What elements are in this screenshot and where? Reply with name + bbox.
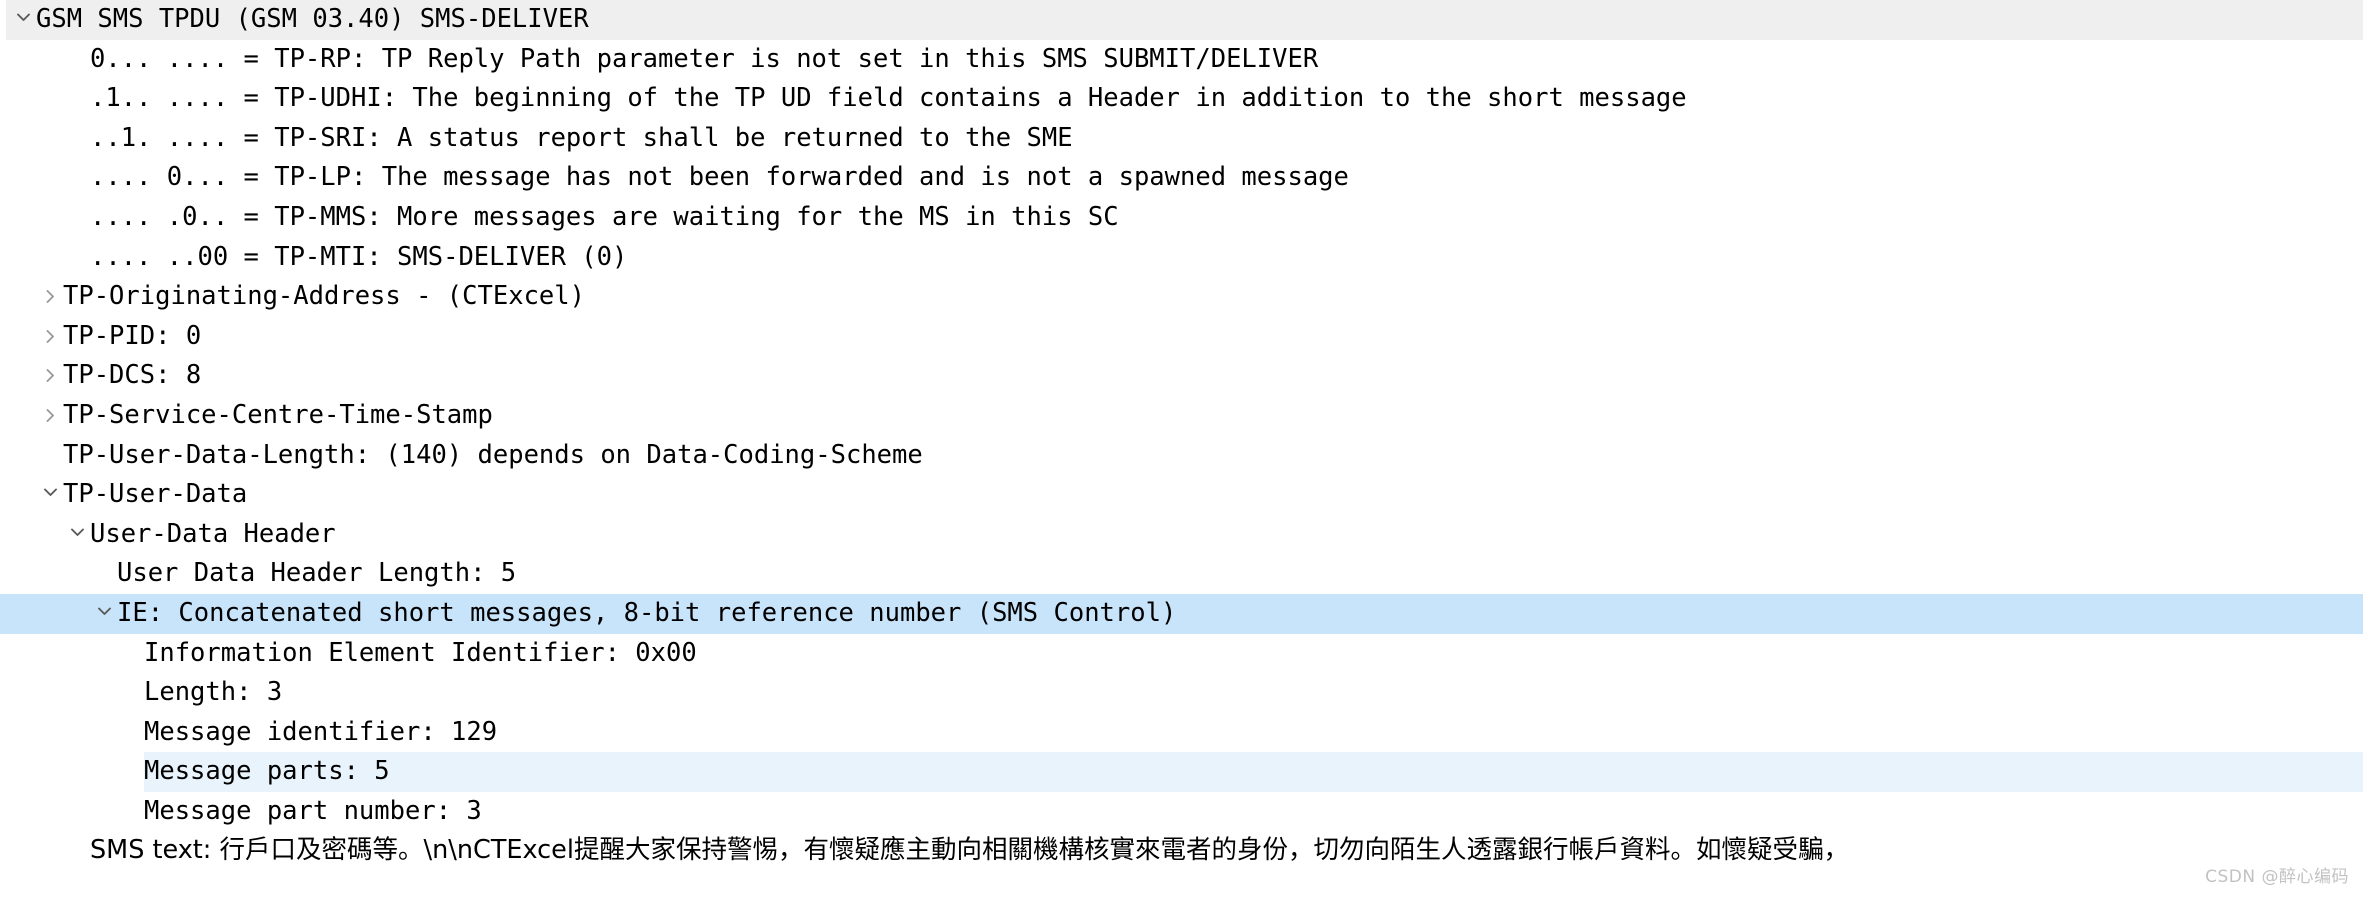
tree-row-label: .... ..00 = TP-MTI: SMS-DELIVER (0) xyxy=(90,241,628,272)
tree-row-label: TP-User-Data-Length: (140) depends on Da… xyxy=(63,439,923,470)
tree-row-label: .... .0.. = TP-MMS: More messages are wa… xyxy=(90,201,1119,232)
chevron-right-icon[interactable] xyxy=(37,317,63,357)
tree-row-label: Message identifier: 129 xyxy=(144,716,498,747)
chevron-down-icon[interactable] xyxy=(10,0,36,40)
tree-row-message-parts[interactable]: Message parts: 5 xyxy=(0,752,2363,792)
tree-row-tp-mms[interactable]: .... .0.. = TP-MMS: More messages are wa… xyxy=(0,198,2363,238)
tree-row-label: IE: Concatenated short messages, 8-bit r… xyxy=(117,597,1177,628)
tree-row-tp-user-data-length[interactable]: TP-User-Data-Length: (140) depends on Da… xyxy=(0,436,2363,476)
chevron-down-icon[interactable] xyxy=(64,515,90,555)
tree-row-user-data-header[interactable]: User-Data Header xyxy=(0,515,2363,555)
csdn-watermark: CSDN @醉心编码 xyxy=(2205,867,2349,887)
tree-row-message-part-number[interactable]: Message part number: 3 xyxy=(0,792,2363,832)
chevron-right-icon[interactable] xyxy=(37,396,63,436)
tree-row-tp-udhi[interactable]: .1.. .... = TP-UDHI: The beginning of th… xyxy=(0,79,2363,119)
chevron-down-icon[interactable] xyxy=(37,475,63,515)
tree-row-label: Length: 3 xyxy=(144,677,283,708)
tree-row-information-element-identifier[interactable]: Information Element Identifier: 0x00 xyxy=(0,634,2363,674)
tree-row-tp-service-centre-time-stamp[interactable]: TP-Service-Centre-Time-Stamp xyxy=(0,396,2363,436)
tree-row-label: TP-User-Data xyxy=(63,479,248,510)
tree-row-user-data-header-length[interactable]: User Data Header Length: 5 xyxy=(0,554,2363,594)
tree-row-tp-lp[interactable]: .... 0... = TP-LP: The message has not b… xyxy=(0,158,2363,198)
tree-row-label: SMS text: 行戶口及密碼等。\n\nCTExcel提醒大家保持警惕，有懷… xyxy=(90,835,1849,866)
tree-row-tp-dcs[interactable]: TP-DCS: 8 xyxy=(0,356,2363,396)
chevron-right-icon[interactable] xyxy=(37,277,63,317)
tree-row-tp-mti[interactable]: .... ..00 = TP-MTI: SMS-DELIVER (0) xyxy=(0,238,2363,278)
tree-row-tp-originating-address[interactable]: TP-Originating-Address - (CTExcel) xyxy=(0,277,2363,317)
tree-row-gsm-sms-tpdu[interactable]: GSM SMS TPDU (GSM 03.40) SMS-DELIVER xyxy=(0,0,2363,40)
packet-details-tree[interactable]: GSM SMS TPDU (GSM 03.40) SMS-DELIVER 0...… xyxy=(0,0,2363,871)
tree-row-label: TP-PID: 0 xyxy=(63,320,202,351)
tree-row-tp-user-data[interactable]: TP-User-Data xyxy=(0,475,2363,515)
tree-row-sms-text[interactable]: SMS text: 行戶口及密碼等。\n\nCTExcel提醒大家保持警惕，有懷… xyxy=(0,831,2363,871)
tree-row-label: .... 0... = TP-LP: The message has not b… xyxy=(90,162,1349,193)
tree-row-ie-concatenated-short-messages[interactable]: IE: Concatenated short messages, 8-bit r… xyxy=(0,593,2363,634)
tree-row-label: User Data Header Length: 5 xyxy=(117,558,517,589)
tree-row-label: Information Element Identifier: 0x00 xyxy=(144,637,697,668)
tree-row-label: User-Data Header xyxy=(90,518,336,549)
tree-row-label: .1.. .... = TP-UDHI: The beginning of th… xyxy=(90,83,1687,114)
tree-row-label: 0... .... = TP-RP: TP Reply Path paramet… xyxy=(90,43,1319,74)
tree-row-label: Message parts: 5 xyxy=(144,756,390,787)
tree-row-label: Message part number: 3 xyxy=(144,795,482,826)
chevron-right-icon[interactable] xyxy=(37,356,63,396)
tree-row-label: TP-Service-Centre-Time-Stamp xyxy=(63,399,493,430)
tree-row-length[interactable]: Length: 3 xyxy=(0,673,2363,713)
tree-row-label: GSM SMS TPDU (GSM 03.40) SMS-DELIVER xyxy=(36,4,589,34)
tree-row-label: TP-DCS: 8 xyxy=(63,360,202,391)
tree-row-label: ..1. .... = TP-SRI: A status report shal… xyxy=(90,122,1073,153)
tree-row-tp-sri[interactable]: ..1. .... = TP-SRI: A status report shal… xyxy=(0,119,2363,159)
tree-row-tp-rp[interactable]: 0... .... = TP-RP: TP Reply Path paramet… xyxy=(0,40,2363,80)
tree-row-message-identifier[interactable]: Message identifier: 129 xyxy=(0,713,2363,753)
chevron-down-icon[interactable] xyxy=(91,594,117,634)
tree-row-tp-pid[interactable]: TP-PID: 0 xyxy=(0,317,2363,357)
row-highlight-fill xyxy=(144,752,2363,792)
tree-row-label: TP-Originating-Address - (CTExcel) xyxy=(63,281,585,312)
